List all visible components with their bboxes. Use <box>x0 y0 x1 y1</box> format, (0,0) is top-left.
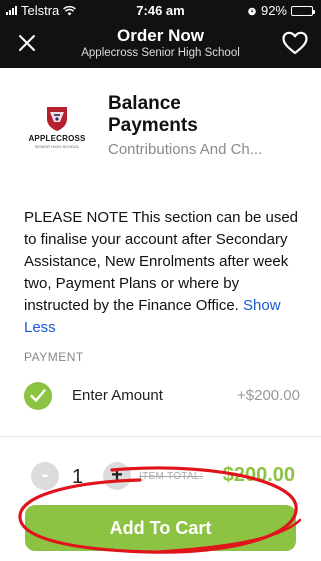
decrease-quantity-button[interactable]: - <box>31 462 59 490</box>
checkmark-icon[interactable] <box>24 382 52 410</box>
product-category: Contributions And Ch... <box>108 141 263 158</box>
payment-section-label: PAYMENT <box>24 350 84 364</box>
status-right: 92% <box>247 3 315 18</box>
payment-option-enter-amount[interactable]: Enter Amount +$200.00 <box>24 380 300 412</box>
product-header: APPLECROSS SENIOR HIGH SCHOOL Balance Pa… <box>0 90 321 170</box>
heart-icon[interactable] <box>281 30 309 56</box>
alarm-icon <box>248 7 256 15</box>
product-description: PLEASE NOTE This section can be used to … <box>24 207 306 339</box>
increase-quantity-button[interactable]: + <box>103 462 131 490</box>
nav-title: Order Now <box>117 26 204 45</box>
product-name: Balance Payments <box>108 93 198 136</box>
item-total-value: $200.00 <box>222 464 295 486</box>
school-crest-icon <box>47 107 67 131</box>
status-bar: Telstra 7:46 am 92% <box>0 0 321 20</box>
divider <box>0 436 321 437</box>
logo-name: APPLECROSS <box>28 134 86 143</box>
logo-sub: SENIOR HIGH SCHOOL <box>34 144 80 149</box>
nav-bar: Order Now Applecross Senior High School <box>0 20 321 68</box>
quantity-bar: - 1 + ITEM TOTAL: $200.00 <box>0 458 321 494</box>
add-to-cart-button[interactable]: Add To Cart <box>25 505 296 551</box>
battery-icon <box>291 5 315 16</box>
nav-subtitle: Applecross Senior High School <box>81 47 240 59</box>
payment-option-label: Enter Amount <box>72 387 163 404</box>
battery-percent: 92% <box>260 3 287 18</box>
school-logo: APPLECROSS SENIOR HIGH SCHOOL <box>20 106 94 158</box>
item-total-label: ITEM TOTAL: <box>139 471 203 482</box>
quantity-value: 1 <box>72 466 84 488</box>
payment-option-price: +$200.00 <box>237 387 300 404</box>
